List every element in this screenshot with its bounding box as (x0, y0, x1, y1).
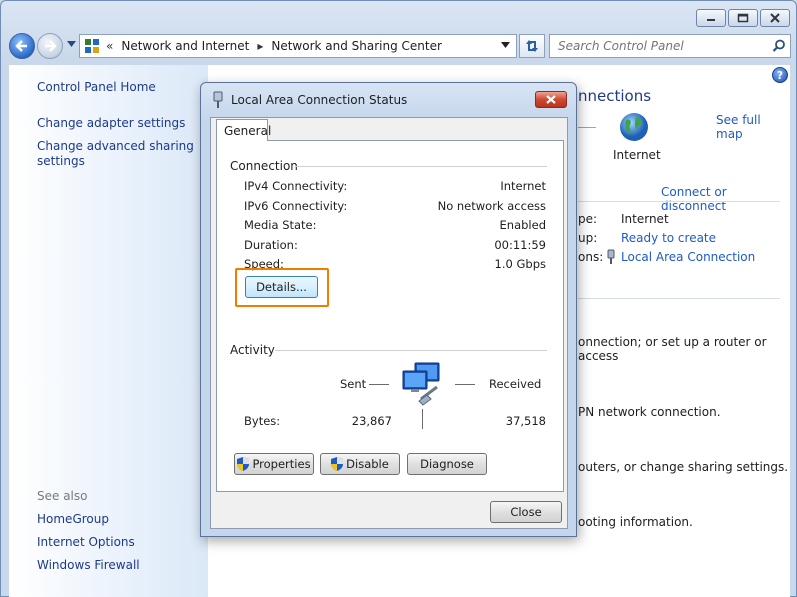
homegroup-label: up: (578, 231, 598, 245)
search-box[interactable] (549, 34, 791, 58)
disable-button-label: Disable (346, 457, 389, 471)
help-icon[interactable]: ? (772, 67, 788, 83)
disable-button[interactable]: Disable (320, 453, 400, 475)
homegroup-link[interactable]: HomeGroup (37, 512, 109, 526)
forward-button[interactable] (37, 33, 63, 59)
change-adapter-settings-link[interactable]: Change adapter settings (37, 116, 185, 130)
diagnose-button[interactable]: Diagnose (407, 453, 487, 475)
windows-firewall-link[interactable]: Windows Firewall (37, 558, 140, 572)
ipv6-connectivity-value: No network access (437, 199, 546, 213)
ipv4-connectivity-label: IPv4 Connectivity: (244, 179, 348, 193)
sharing-settings-text[interactable]: outers, or change sharing settings. (578, 460, 788, 474)
setup-connection-text[interactable]: onnection; or set up a router or access (578, 335, 790, 363)
connect-or-disconnect-link[interactable]: Connect or disconnect (661, 185, 790, 213)
local-area-connection-status-dialog: Local Area Connection Status General Con… (200, 82, 577, 537)
media-state-label: Media State: (244, 218, 317, 232)
duration-value: 00:11:59 (494, 238, 546, 252)
connections-label: ons: (578, 250, 604, 264)
received-line (455, 384, 475, 385)
ipv4-connectivity-value: Internet (500, 179, 546, 193)
vpn-connection-text[interactable]: PN network connection. (578, 405, 721, 419)
refresh-button[interactable] (519, 34, 545, 58)
close-button[interactable]: Close (490, 501, 562, 523)
tasks-pane: Control Panel Home Change adapter settin… (9, 65, 208, 597)
dialog-title: Local Area Connection Status (231, 93, 408, 107)
see-full-map-link[interactable]: See full map (716, 113, 790, 141)
close-icon (546, 95, 556, 104)
homegroup-ready-link[interactable]: Ready to create (621, 231, 716, 245)
properties-button-label: Properties (252, 457, 311, 471)
bytes-received-value: 37,518 (505, 414, 546, 428)
breadcrumb-network-and-sharing-center[interactable]: Network and Sharing Center (271, 39, 442, 53)
bytes-sent-value: 23,867 (351, 414, 392, 428)
network-computers-icon (402, 362, 440, 406)
properties-button[interactable]: Properties (234, 453, 314, 475)
recent-pages-dropdown-icon[interactable] (67, 41, 76, 47)
maximize-icon (737, 13, 749, 23)
activity-group-label: Activity (230, 343, 275, 357)
control-panel-home-link[interactable]: Control Panel Home (37, 80, 156, 94)
uac-shield-icon (331, 457, 344, 471)
activity-divider (422, 409, 423, 429)
back-arrow-icon (15, 40, 27, 52)
internet-globe-icon (620, 113, 648, 141)
access-type-label: pe: (578, 212, 598, 226)
see-also-label: See also (37, 489, 88, 503)
breadcrumb-separator[interactable]: ▸ (257, 39, 263, 53)
general-tab-panel: Connection IPv4 Connectivity: Internet I… (216, 140, 564, 492)
maximize-button[interactable] (728, 9, 758, 27)
details-highlight-box (235, 268, 329, 307)
tab-general[interactable]: General (216, 119, 271, 141)
group-divider (295, 166, 547, 167)
address-dropdown-icon[interactable] (501, 42, 510, 48)
connection-group-label: Connection (230, 159, 298, 173)
address-bar[interactable]: « Network and Internet ▸ Network and Sha… (79, 34, 517, 58)
minimize-icon (707, 19, 715, 21)
map-connector-line (578, 127, 596, 128)
back-button[interactable] (9, 33, 35, 59)
divider (578, 201, 780, 202)
close-icon (770, 13, 780, 23)
sent-label: Sent (340, 377, 367, 391)
divider (578, 298, 780, 299)
sent-line (369, 384, 389, 385)
page-heading: nnections (578, 87, 652, 105)
control-panel-icon (85, 39, 99, 53)
refresh-icon (526, 40, 538, 52)
local-area-connection-link[interactable]: Local Area Connection (621, 250, 755, 264)
media-state-value: Enabled (499, 218, 546, 232)
search-input[interactable] (558, 39, 758, 53)
group-divider (275, 350, 547, 351)
internet-options-link[interactable]: Internet Options (37, 535, 135, 549)
window-controls (696, 9, 790, 27)
duration-label: Duration: (244, 238, 298, 252)
close-window-button[interactable] (760, 9, 790, 27)
dialog-close-button[interactable] (535, 91, 567, 108)
access-type-value: Internet (621, 212, 669, 226)
uac-shield-icon (237, 457, 250, 471)
bytes-label: Bytes: (244, 414, 281, 428)
breadcrumb-overflow[interactable]: « (106, 39, 113, 53)
change-advanced-sharing-settings-link[interactable]: Change advanced sharing settings (37, 139, 197, 169)
forward-arrow-icon (45, 40, 57, 52)
speed-value: 1.0 Gbps (494, 257, 546, 271)
ethernet-connection-icon (213, 91, 223, 108)
received-label: Received (489, 377, 542, 391)
navigation-bar: « Network and Internet ▸ Network and Sha… (9, 31, 791, 61)
ethernet-connection-icon (607, 249, 615, 264)
dialog-body: General Connection IPv4 Connectivity: In… (210, 117, 568, 529)
search-icon[interactable] (772, 39, 786, 53)
ipv6-connectivity-label: IPv6 Connectivity: (244, 199, 348, 213)
minimize-button[interactable] (696, 9, 726, 27)
internet-label: Internet (613, 148, 661, 162)
troubleshooting-text[interactable]: ooting information. (578, 515, 693, 529)
breadcrumb-network-and-internet[interactable]: Network and Internet (121, 39, 249, 53)
